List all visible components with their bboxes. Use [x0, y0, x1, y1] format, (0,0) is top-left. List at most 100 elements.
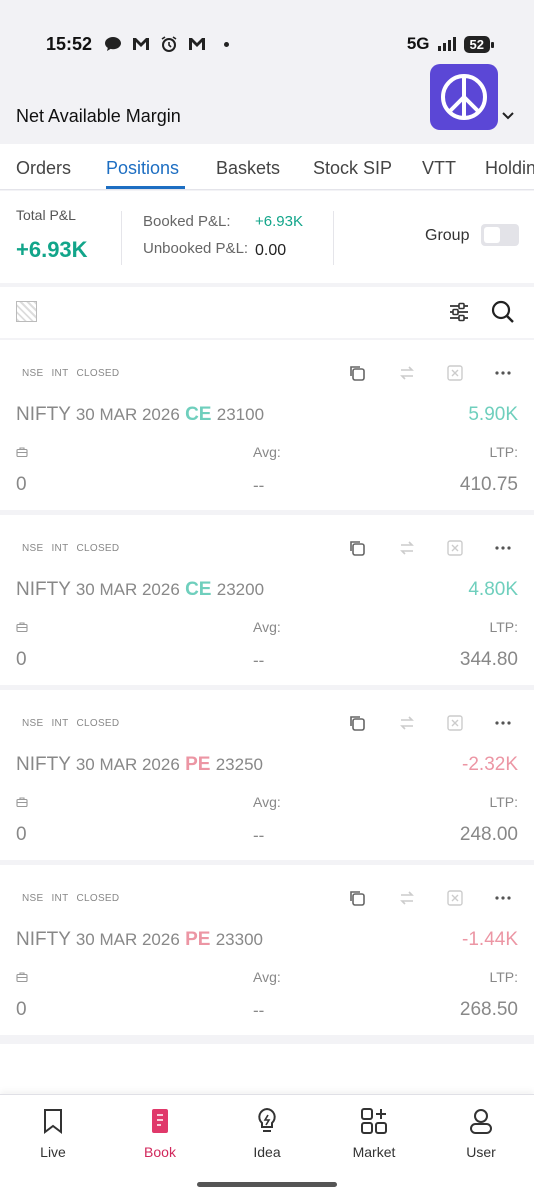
card-actions: [348, 889, 518, 909]
divider: [333, 211, 334, 265]
exchange-tag: NSE: [22, 543, 44, 554]
more-options-icon[interactable]: [494, 889, 512, 907]
option-type: PE: [185, 929, 211, 950]
tab-holdings[interactable]: Holdings: [485, 158, 534, 179]
system-indicators: 5G 52: [407, 34, 495, 54]
quantity-value: 0: [16, 999, 27, 1020]
pnl-summary: Total P&L +6.93K Booked P&L: +6.93K Unbo…: [0, 191, 534, 283]
product-tag: INT: [51, 368, 69, 379]
avg-label: Avg:: [253, 619, 281, 635]
copy-icon[interactable]: [348, 714, 366, 732]
ltp-value: 344.80: [459, 649, 518, 670]
user-icon: [470, 1109, 492, 1134]
tab-vtt[interactable]: VTT: [422, 158, 456, 179]
peace-icon: [441, 74, 487, 120]
option-type: CE: [185, 579, 212, 600]
booked-pnl-label: Booked P&L:: [143, 213, 231, 230]
tab-baskets[interactable]: Baskets: [216, 158, 280, 179]
nav-book[interactable]: Book: [120, 1107, 200, 1160]
nav-user[interactable]: User: [441, 1107, 521, 1160]
exit-icon: [447, 715, 463, 731]
position-tags: NSE INT CLOSED: [22, 543, 119, 554]
strike-price: 23300: [215, 930, 263, 949]
chevron-down-icon[interactable]: [500, 108, 516, 124]
position-card[interactable]: NSE INT CLOSED: [0, 865, 534, 1035]
position-tags: NSE INT CLOSED: [22, 893, 119, 904]
position-tags: NSE INT CLOSED: [22, 718, 119, 729]
more-options-icon[interactable]: [494, 364, 512, 382]
instrument-name: NIFTY 30 MAR 2026 PE 23300: [16, 929, 263, 951]
position-card[interactable]: NSE INT CLOSED: [0, 340, 534, 510]
active-tab-indicator: [106, 186, 185, 189]
chat-bubble-icon: [105, 37, 121, 51]
quantity-value: 0: [16, 649, 27, 670]
tab-stock-sip[interactable]: Stock SIP: [313, 158, 392, 179]
convert-icon: [400, 891, 414, 905]
lightbulb-icon: [258, 1107, 276, 1132]
instrument-name: NIFTY 30 MAR 2026 CE 23200: [16, 579, 264, 601]
tab-positions[interactable]: Positions: [106, 158, 179, 179]
position-card[interactable]: NSE INT CLOSED: [0, 690, 534, 860]
expiry: 30 MAR 2026: [75, 930, 180, 949]
status-tag: CLOSED: [76, 893, 120, 904]
ltp-value: 268.50: [459, 999, 518, 1020]
nav-idea[interactable]: Idea: [227, 1107, 307, 1160]
tab-bar: Orders Positions Baskets Stock SIP VTT H…: [0, 144, 534, 190]
convert-icon: [400, 541, 414, 555]
expiry: 30 MAR 2026: [75, 580, 180, 599]
position-card[interactable]: NSE INT CLOSED: [0, 515, 534, 685]
exit-icon: [447, 540, 463, 556]
position-pnl: -2.32K: [462, 754, 518, 775]
avatar[interactable]: [430, 64, 498, 130]
status-tag: CLOSED: [76, 368, 120, 379]
instrument-name: NIFTY 30 MAR 2026 CE 23100: [16, 404, 264, 426]
more-options-icon[interactable]: [494, 539, 512, 557]
home-indicator[interactable]: [197, 1182, 337, 1187]
underlying: NIFTY: [16, 929, 71, 950]
copy-icon[interactable]: [348, 364, 366, 382]
tab-orders[interactable]: Orders: [16, 158, 71, 179]
underlying: NIFTY: [16, 404, 71, 425]
app-header: Net Available Margin: [0, 64, 534, 144]
search-icon[interactable]: [490, 299, 516, 325]
ltp-label: LTP:: [489, 444, 518, 460]
position-pnl: 5.90K: [468, 404, 518, 425]
bookmark-icon: [44, 1109, 62, 1134]
strike-price: 23100: [216, 405, 265, 424]
exchange-tag: NSE: [22, 718, 44, 729]
product-tag: INT: [51, 893, 69, 904]
select-all-checkbox[interactable]: [16, 301, 37, 322]
notification-icons: [104, 36, 229, 52]
underlying: NIFTY: [16, 579, 71, 600]
ltp-value: 410.75: [459, 474, 518, 495]
copy-icon[interactable]: [348, 889, 366, 907]
filter-icon[interactable]: [448, 301, 470, 323]
gmail-icon-2: [189, 38, 205, 50]
ltp-label: LTP:: [489, 969, 518, 985]
gmail-icon: [133, 38, 149, 50]
nav-market[interactable]: Market: [334, 1107, 414, 1160]
avg-value: --: [253, 651, 265, 670]
expiry: 30 MAR 2026: [75, 405, 180, 424]
position-tags: NSE INT CLOSED: [22, 368, 119, 379]
nav-live[interactable]: Live: [13, 1107, 93, 1160]
list-end-spacer: [0, 1044, 534, 1094]
book-icon: [152, 1109, 168, 1133]
more-options-icon[interactable]: [494, 714, 512, 732]
product-tag: INT: [51, 718, 69, 729]
strike-price: 23250: [215, 755, 263, 774]
group-toggle[interactable]: [481, 224, 519, 246]
position-pnl: 4.80K: [468, 579, 518, 600]
convert-icon: [400, 366, 414, 380]
quantity-value: 0: [16, 474, 27, 495]
copy-icon[interactable]: [348, 539, 366, 557]
grid-plus-icon: [361, 1108, 387, 1134]
page-title[interactable]: Net Available Margin: [16, 106, 181, 127]
nav-label: Market: [352, 1144, 396, 1160]
avg-label: Avg:: [253, 794, 281, 810]
card-actions: [348, 539, 518, 559]
briefcase-icon: [16, 797, 28, 808]
card-actions: [348, 364, 518, 384]
avg-value: --: [253, 826, 265, 845]
tool-row: [0, 287, 534, 338]
